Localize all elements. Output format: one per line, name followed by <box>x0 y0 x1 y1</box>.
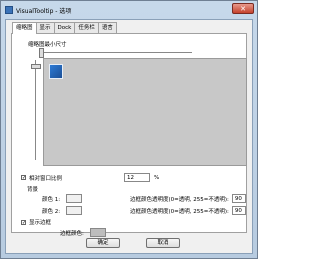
tab-thumbnail[interactable]: 缩略图 <box>12 22 37 34</box>
border-color-label: 边框颜色: <box>60 230 84 237</box>
color1-label: 颜色 1: <box>42 196 61 203</box>
title-bar[interactable]: VisualTooltip - 选项 ✕ <box>1 1 257 19</box>
border-transparency2-input[interactable]: 90 <box>231 206 246 215</box>
border-color-row: 边框颜色: <box>60 228 106 237</box>
tab-display[interactable]: 显示 <box>35 22 55 33</box>
keep-ratio-label: 相对窗口比例 <box>29 175 63 182</box>
app-icon <box>5 6 13 14</box>
border-transparency2-row: 边框颜色透明度(0=透明, 255=不透明): 90 <box>130 206 246 215</box>
tab-dock[interactable]: Dock <box>53 22 76 33</box>
border-transparency-label: 边框颜色透明度(0=透明, 255=不透明): <box>130 196 229 203</box>
width-slider-handle[interactable] <box>39 48 44 58</box>
color1-swatch[interactable] <box>66 194 83 203</box>
height-slider-track[interactable] <box>35 60 36 160</box>
ratio-unit: % <box>154 174 160 181</box>
options-window: VisualTooltip - 选项 ✕ 缩略图 显示 Dock 任务栏 语言 … <box>0 0 258 259</box>
keep-ratio-row: ✓ 相对窗口比例 12 % <box>21 173 159 182</box>
border-color-swatch[interactable] <box>89 228 106 237</box>
show-border-row: ✓ 显示边框 <box>21 218 51 226</box>
cancel-button[interactable]: 取消 <box>146 238 180 248</box>
thumbnail-preview <box>43 58 247 166</box>
show-border-checkbox[interactable]: ✓ <box>21 219 26 225</box>
min-size-label: 缩略图最小尺寸 <box>28 42 67 48</box>
color2-label: 颜色 2: <box>42 208 61 215</box>
ratio-input[interactable]: 12 <box>124 173 151 182</box>
border-transparency-row: 边框颜色透明度(0=透明, 255=不透明): 90 <box>130 194 246 203</box>
preview-thumbnail-image <box>49 64 63 79</box>
show-border-label: 显示边框 <box>29 220 52 226</box>
background-label: 背景 <box>27 187 39 193</box>
tab-strip: 缩略图 显示 Dock 任务栏 语言 <box>12 22 117 34</box>
keep-ratio-checkbox[interactable]: ✓ <box>21 175 26 181</box>
border-transparency-input[interactable]: 90 <box>231 194 246 203</box>
thumbnail-panel: 缩略图最小尺寸 ✓ 相对窗口比例 12 % 背景 颜色 1: 边框颜色透明度(0… <box>11 33 247 237</box>
color2-row: 颜色 2: <box>42 206 83 215</box>
close-button[interactable]: ✕ <box>232 3 254 14</box>
border-transparency2-label: 边框颜色透明度(0=透明, 255=不透明): <box>130 208 229 215</box>
ok-button[interactable]: 确定 <box>86 238 120 248</box>
color1-row: 颜色 1: <box>42 194 83 203</box>
background-section: 背景 <box>27 185 38 193</box>
tab-taskbar[interactable]: 任务栏 <box>74 22 99 33</box>
window-title: VisualTooltip - 选项 <box>16 7 72 15</box>
height-slider-handle[interactable] <box>31 64 41 69</box>
tab-language[interactable]: 语言 <box>97 22 117 33</box>
dialog-buttons: 确定 取消 <box>6 238 252 249</box>
color2-swatch[interactable] <box>66 206 83 215</box>
dialog-client: 缩略图 显示 Dock 任务栏 语言 缩略图最小尺寸 ✓ 相对窗口比例 12 %… <box>5 19 253 254</box>
width-slider-track[interactable] <box>42 52 192 53</box>
